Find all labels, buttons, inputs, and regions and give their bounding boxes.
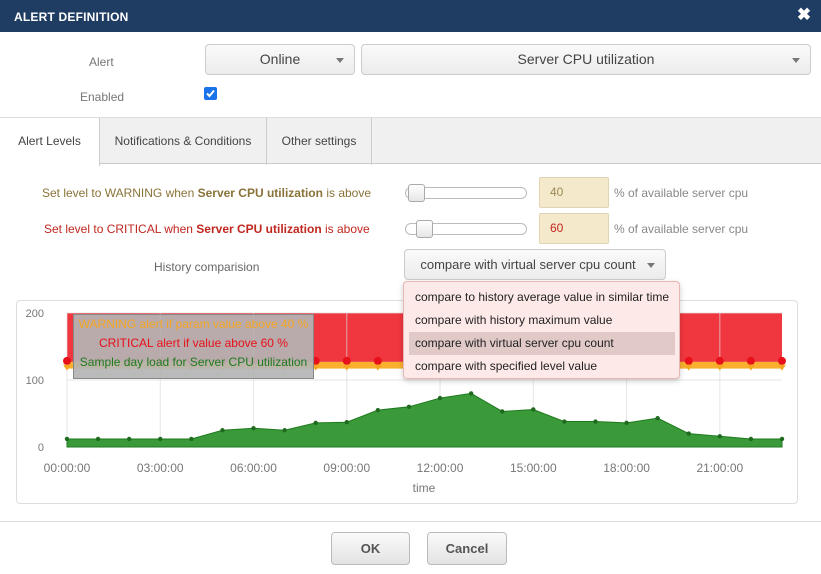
critical-marker xyxy=(778,356,786,365)
legend-warning: WARNING alert if param value above 40 % xyxy=(78,317,309,331)
sample-load-point xyxy=(655,415,660,421)
warning-unit-label: % of available server cpu xyxy=(614,186,749,200)
alert-metric-value: Server CPU utilization xyxy=(517,51,655,67)
chevron-down-icon xyxy=(647,263,655,268)
footer-divider xyxy=(0,521,821,522)
chart-legend: WARNING alert if param value above 40 % … xyxy=(73,314,314,379)
x-axis-label: time xyxy=(413,481,436,495)
sample-load-point xyxy=(779,436,785,442)
enabled-label: Enabled xyxy=(80,90,125,104)
sample-load-point xyxy=(437,395,443,401)
sample-load-point xyxy=(313,420,318,426)
history-option-specified-level[interactable]: compare with specified level value xyxy=(409,355,675,378)
ok-button[interactable]: OK xyxy=(331,532,410,565)
x-tick-label: 15:00:00 xyxy=(510,461,557,475)
sample-load-point xyxy=(282,428,287,433)
x-tick-label: 18:00:00 xyxy=(603,461,650,475)
sample-load-point xyxy=(64,436,70,442)
warning-slider-handle[interactable] xyxy=(408,184,425,202)
sample-load-point xyxy=(251,426,256,431)
dialog-title: ALERT DEFINITION xyxy=(14,10,129,24)
critical-unit-label: % of available server cpu xyxy=(614,222,749,236)
alert-metric-select[interactable]: Server CPU utilization xyxy=(361,44,811,75)
history-comparison-label: History comparision xyxy=(154,260,260,274)
sample-load-point xyxy=(531,407,536,412)
history-comparison-select[interactable]: compare with virtual server cpu count xyxy=(404,249,666,280)
critical-metric-name: Server CPU utilization xyxy=(196,222,322,236)
history-option-maximum[interactable]: compare with history maximum value xyxy=(409,309,675,332)
alert-label: Alert xyxy=(89,55,114,69)
history-comparison-menu: compare to history average value in simi… xyxy=(403,281,680,379)
warning-level-text: Set level to WARNING when Server CPU uti… xyxy=(42,186,372,200)
history-option-cpu-count[interactable]: compare with virtual server cpu count xyxy=(409,332,675,355)
warning-level-slider[interactable] xyxy=(405,184,527,202)
chevron-down-icon xyxy=(792,58,800,63)
sample-load-point xyxy=(468,391,474,396)
sample-load-point xyxy=(686,431,691,436)
enabled-checkbox[interactable] xyxy=(204,87,217,100)
legend-sample-load: Sample day load for Server CPU utilizati… xyxy=(79,355,308,369)
sample-load-point xyxy=(95,436,101,442)
sample-load-point xyxy=(126,436,132,442)
sample-load-point xyxy=(500,409,505,414)
sample-load-point xyxy=(624,420,629,426)
tab-alert-levels[interactable]: Alert Levels xyxy=(0,118,100,166)
sample-load-area xyxy=(66,392,783,448)
sample-load-point xyxy=(406,404,412,409)
critical-marker xyxy=(63,356,71,365)
sample-load-point xyxy=(189,436,194,442)
x-tick-label: 12:00:00 xyxy=(417,461,464,475)
sample-load-point xyxy=(158,436,163,442)
alert-scope-value: Online xyxy=(259,51,301,67)
sample-load-point xyxy=(748,436,754,442)
critical-slider-handle[interactable] xyxy=(416,220,433,238)
y-tick-label: 0 xyxy=(38,442,44,454)
x-tick-label: 00:00:00 xyxy=(44,461,91,475)
sample-load-point xyxy=(562,419,567,424)
sample-load-point xyxy=(375,407,381,413)
tab-notifications-conditions[interactable]: Notifications & Conditions xyxy=(100,118,267,165)
x-tick-label: 21:00:00 xyxy=(696,461,743,475)
critical-level-input[interactable]: 60 xyxy=(539,213,609,244)
tab-bar: Alert Levels Notifications & Conditions … xyxy=(0,117,821,166)
x-tick-label: 03:00:00 xyxy=(137,461,184,475)
checkmark-icon xyxy=(206,89,215,98)
warning-metric-name: Server CPU utilization xyxy=(197,186,323,200)
legend-critical: CRITICAL alert if value above 60 % xyxy=(99,336,288,350)
critical-marker xyxy=(684,356,693,365)
critical-marker xyxy=(715,356,724,365)
critical-marker xyxy=(342,356,351,365)
close-icon[interactable]: ✖ xyxy=(795,6,813,24)
alert-scope-select[interactable]: Online xyxy=(205,44,355,75)
sample-load-point xyxy=(593,419,598,424)
history-comparison-value: compare with virtual server cpu count xyxy=(420,257,636,272)
sample-load-point xyxy=(220,428,225,433)
dialog-titlebar: ALERT DEFINITION ✖ xyxy=(0,0,821,32)
y-tick-label: 200 xyxy=(26,308,44,320)
x-tick-label: 09:00:00 xyxy=(323,461,370,475)
critical-level-slider[interactable] xyxy=(405,220,527,238)
warning-level-input[interactable]: 40 xyxy=(539,177,609,208)
critical-marker xyxy=(373,356,382,365)
chevron-down-icon xyxy=(336,58,344,63)
sample-load-point xyxy=(717,434,723,439)
critical-marker xyxy=(746,356,755,365)
history-option-average[interactable]: compare to history average value in simi… xyxy=(409,286,675,309)
sample-load-point xyxy=(344,420,349,425)
y-tick-label: 100 xyxy=(26,375,44,387)
critical-level-text: Set level to CRITICAL when Server CPU ut… xyxy=(44,222,370,236)
x-tick-label: 06:00:00 xyxy=(230,461,277,475)
tab-other-settings[interactable]: Other settings xyxy=(267,118,372,165)
cancel-button[interactable]: Cancel xyxy=(427,532,507,565)
